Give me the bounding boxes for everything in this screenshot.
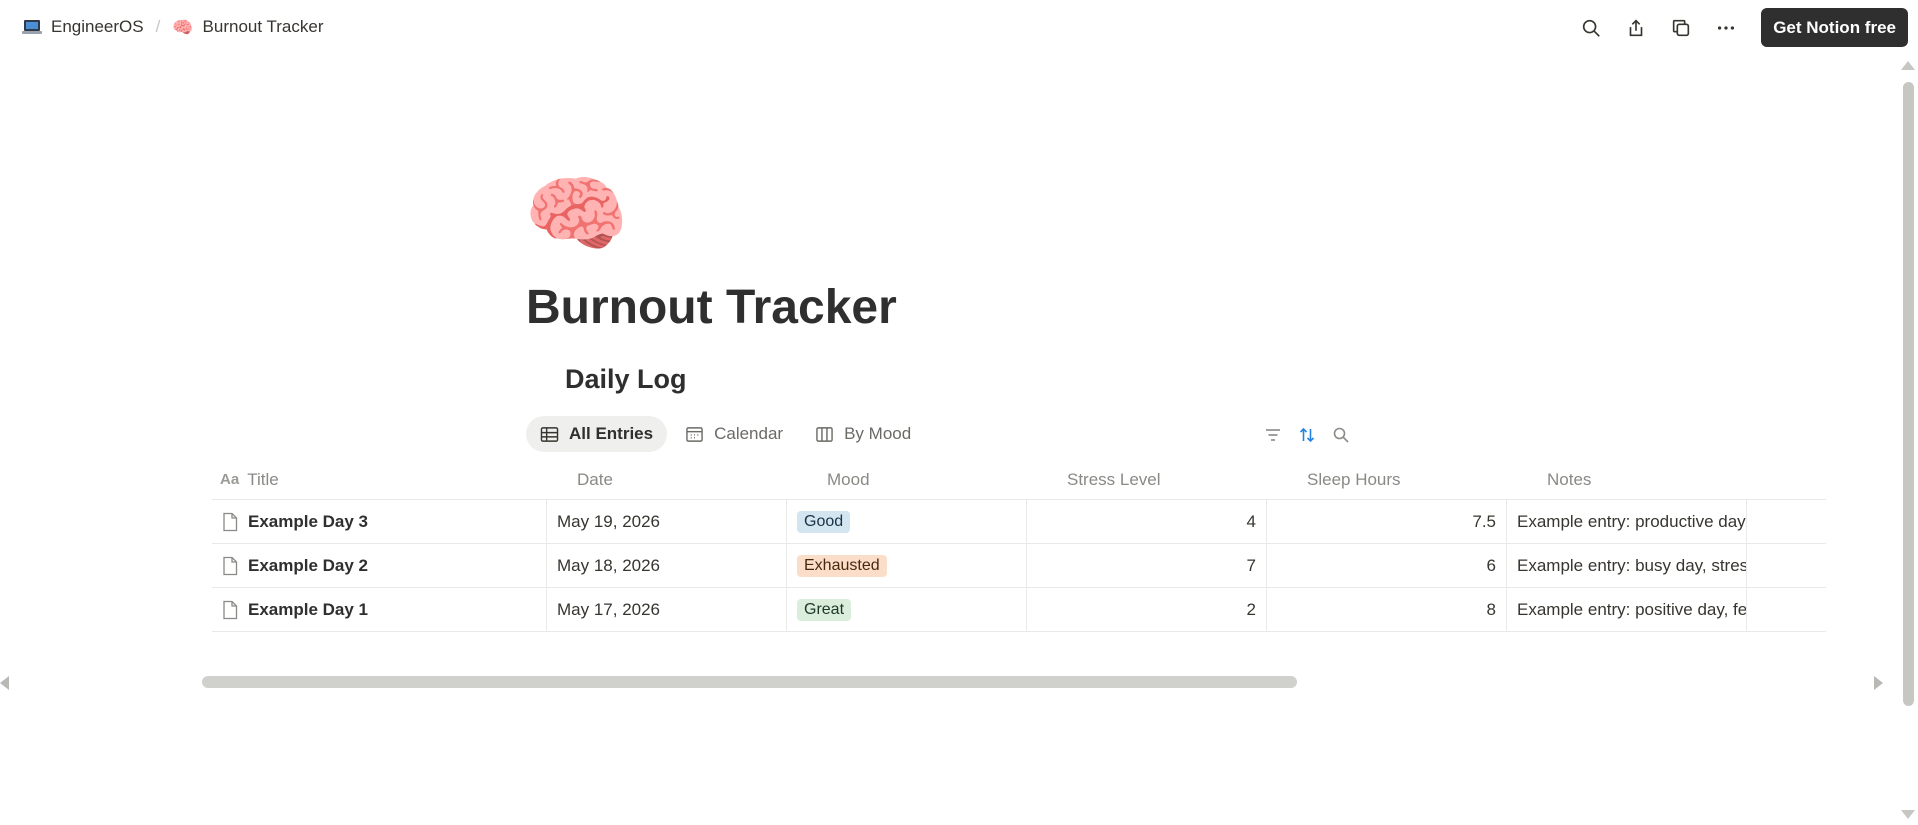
- table-row[interactable]: Example Day 2 May 18, 2026 Exhausted 7 6…: [212, 544, 1826, 588]
- view-tools: [1262, 424, 1364, 446]
- breadcrumb-separator: /: [155, 17, 161, 36]
- date-cell[interactable]: May 17, 2026: [547, 588, 787, 631]
- mood-tag: Exhausted: [797, 554, 887, 577]
- date-cell[interactable]: May 18, 2026: [547, 544, 787, 587]
- database-title[interactable]: Daily Log: [565, 364, 687, 395]
- title-cell[interactable]: Example Day 2: [212, 544, 547, 587]
- scroll-left-arrow[interactable]: [0, 676, 9, 690]
- notes-cell[interactable]: Example entry: busy day, stress: [1507, 544, 1747, 587]
- laptop-icon: [22, 20, 42, 34]
- page-icon[interactable]: 🧠: [524, 172, 629, 256]
- column-header-notes[interactable]: Notes: [1507, 460, 1747, 499]
- breadcrumb-item-engineeros[interactable]: EngineerOS: [22, 17, 144, 37]
- sleep-hours-cell[interactable]: 7.5: [1267, 500, 1507, 543]
- title-cell[interactable]: Example Day 1: [212, 588, 547, 631]
- breadcrumb-label: Burnout Tracker: [202, 17, 324, 36]
- mood-tag: Good: [797, 510, 851, 533]
- scroll-up-arrow[interactable]: [1901, 61, 1915, 70]
- tab-label: All Entries: [569, 424, 654, 443]
- top-actions: Get Notion free: [1563, 8, 1908, 47]
- scroll-down-arrow[interactable]: [1901, 810, 1915, 819]
- mood-tag: Great: [797, 598, 852, 621]
- duplicate-icon[interactable]: [1664, 11, 1698, 45]
- scroll-right-arrow[interactable]: [1874, 676, 1883, 690]
- column-header-sleep-hours[interactable]: Sleep Hours: [1267, 460, 1507, 499]
- mood-cell[interactable]: Good: [787, 500, 1027, 543]
- tab-label: Calendar: [714, 424, 784, 443]
- vertical-scrollbar[interactable]: [1903, 82, 1914, 706]
- database-table: Aa Title Date Mood Stress Level Sleep Hou…: [212, 460, 1826, 632]
- get-notion-free-button[interactable]: Get Notion free: [1761, 8, 1908, 47]
- stress-level-cell[interactable]: 7: [1027, 544, 1267, 587]
- column-header-title[interactable]: Aa Title: [212, 460, 547, 499]
- table-row[interactable]: Example Day 1 May 17, 2026 Great 2 8 Exa…: [212, 588, 1826, 632]
- text-property-icon: Aa: [220, 471, 240, 488]
- mood-cell[interactable]: Great: [787, 588, 1027, 631]
- calendar-icon: [686, 426, 703, 442]
- view-tabs: All Entries Calendar By Mood: [526, 416, 929, 452]
- tab-label: By Mood: [844, 424, 912, 443]
- column-header-date[interactable]: Date: [547, 460, 787, 499]
- tab-by-mood[interactable]: By Mood: [801, 416, 925, 452]
- search-icon[interactable]: [1574, 11, 1608, 45]
- share-icon[interactable]: [1619, 11, 1653, 45]
- filter-icon[interactable]: [1262, 424, 1284, 446]
- page-icon: [222, 556, 238, 576]
- notes-cell[interactable]: Example entry: productive day,: [1507, 500, 1747, 543]
- breadcrumb: EngineerOS / 🧠 Burnout Tracker: [22, 17, 323, 37]
- page-icon: [222, 600, 238, 620]
- table-icon: [540, 426, 559, 442]
- sort-icon[interactable]: [1296, 424, 1318, 446]
- date-cell[interactable]: May 19, 2026: [547, 500, 787, 543]
- table-header: Aa Title Date Mood Stress Level Sleep Hou…: [212, 460, 1826, 500]
- breadcrumb-label: EngineerOS: [51, 17, 144, 36]
- search-icon[interactable]: [1330, 424, 1352, 446]
- breadcrumb-item-burnout-tracker[interactable]: 🧠 Burnout Tracker: [172, 17, 323, 37]
- horizontal-scrollbar[interactable]: [202, 676, 1297, 688]
- stress-level-cell[interactable]: 4: [1027, 500, 1267, 543]
- column-header-mood[interactable]: Mood: [787, 460, 1027, 499]
- title-cell[interactable]: Example Day 3: [212, 500, 547, 543]
- brain-icon: 🧠: [172, 17, 194, 37]
- board-icon: [816, 426, 833, 442]
- more-icon[interactable]: [1709, 11, 1743, 45]
- stress-level-cell[interactable]: 2: [1027, 588, 1267, 631]
- column-header-stress-level[interactable]: Stress Level: [1027, 460, 1267, 499]
- page-icon: [222, 512, 238, 532]
- mood-cell[interactable]: Exhausted: [787, 544, 1027, 587]
- notes-cell[interactable]: Example entry: positive day, felt: [1507, 588, 1747, 631]
- page-title: Burnout Tracker: [526, 281, 897, 334]
- table-row[interactable]: Example Day 3 May 19, 2026 Good 4 7.5 Ex…: [212, 500, 1826, 544]
- tab-calendar[interactable]: Calendar: [671, 416, 797, 452]
- tab-all-entries[interactable]: All Entries: [526, 416, 668, 452]
- top-bar: EngineerOS / 🧠 Burnout Tracker Get Notio…: [0, 0, 1918, 55]
- sleep-hours-cell[interactable]: 8: [1267, 588, 1507, 631]
- sleep-hours-cell[interactable]: 6: [1267, 544, 1507, 587]
